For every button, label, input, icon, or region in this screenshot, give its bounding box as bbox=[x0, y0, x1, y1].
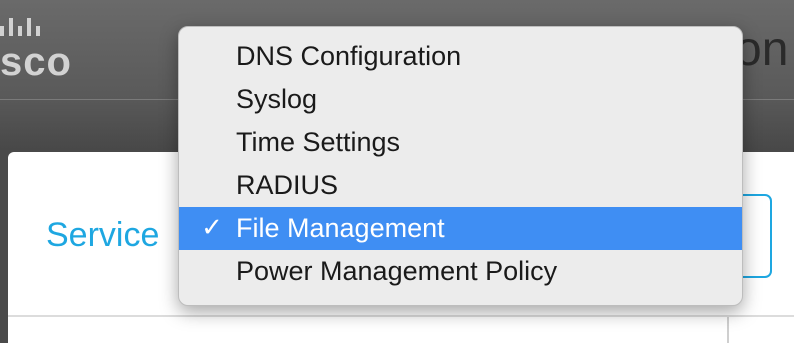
checkmark-icon: ✓ bbox=[201, 213, 223, 243]
logo-text: sco bbox=[0, 40, 72, 84]
menu-item-dns-configuration[interactable]: DNS Configuration bbox=[179, 35, 742, 78]
panel-title: Service bbox=[46, 216, 160, 254]
header-title-fragment: on bbox=[735, 23, 789, 76]
menu-item-label: Syslog bbox=[236, 84, 318, 114]
menu-item-power-management-policy[interactable]: Power Management Policy bbox=[179, 250, 742, 293]
logo-bars-icon bbox=[0, 18, 40, 36]
panel-divider bbox=[8, 315, 794, 317]
menu-item-label: Time Settings bbox=[236, 127, 401, 157]
menu-item-syslog[interactable]: Syslog bbox=[179, 78, 742, 121]
panel-column-divider bbox=[727, 317, 729, 343]
menu-item-label: Power Management Policy bbox=[236, 256, 558, 286]
menu-item-label: DNS Configuration bbox=[236, 41, 462, 71]
menu-item-radius[interactable]: RADIUS bbox=[179, 164, 742, 207]
menu-item-label: RADIUS bbox=[236, 170, 339, 200]
menu-item-file-management[interactable]: ✓ File Management bbox=[179, 207, 742, 250]
service-dropdown-menu: DNS Configuration Syslog Time Settings R… bbox=[178, 26, 743, 306]
menu-item-time-settings[interactable]: Time Settings bbox=[179, 121, 742, 164]
menu-item-label: File Management bbox=[236, 213, 445, 243]
cisco-logo: sco bbox=[0, 18, 80, 88]
